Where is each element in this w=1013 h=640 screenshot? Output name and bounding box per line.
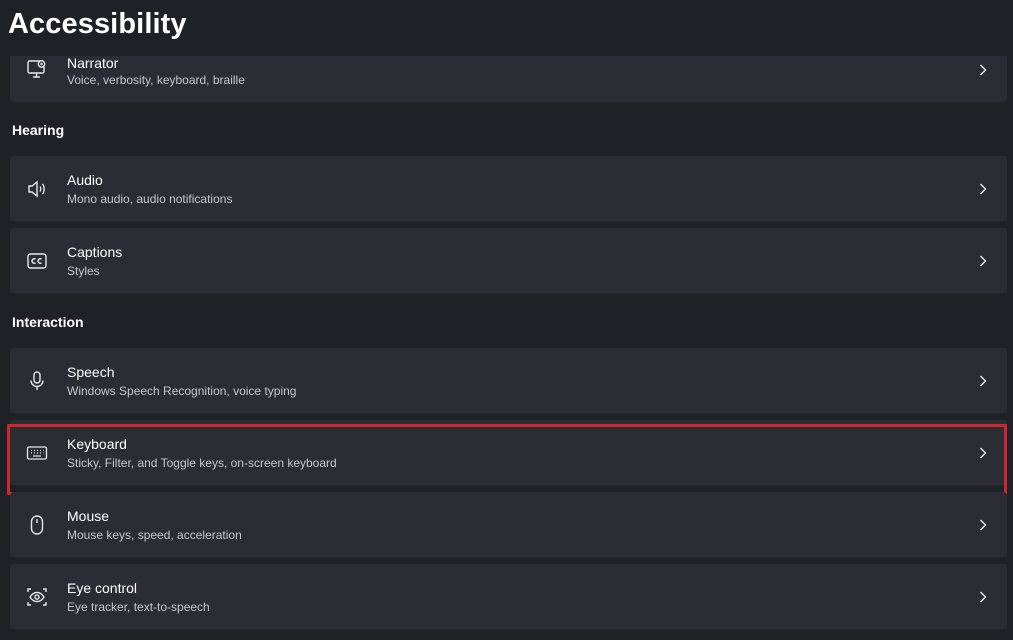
audio-subtitle: Mono audio, audio notifications	[67, 192, 233, 206]
captions-item[interactable]: Captions Styles	[10, 228, 1007, 294]
speaker-icon	[26, 178, 48, 200]
eye-control-subtitle: Eye tracker, text-to-speech	[67, 600, 210, 614]
audio-item[interactable]: Audio Mono audio, audio notifications	[10, 156, 1007, 222]
mouse-item[interactable]: Mouse Mouse keys, speed, acceleration	[10, 492, 1007, 558]
microphone-icon	[26, 370, 48, 392]
mouse-icon	[26, 514, 48, 536]
captions-title: Captions	[67, 244, 123, 260]
narrator-subtitle: Voice, verbosity, keyboard, braille	[67, 73, 245, 87]
chevron-right-icon	[980, 255, 987, 266]
eye-control-icon	[26, 586, 48, 608]
mouse-title: Mouse	[67, 508, 110, 524]
page-title-overlay: Accessibility	[8, 8, 187, 40]
keyboard-icon	[26, 442, 48, 464]
chevron-right-icon	[980, 375, 987, 386]
section-hearing: Hearing	[12, 122, 65, 138]
captions-icon	[26, 250, 48, 272]
keyboard-title: Keyboard	[67, 436, 127, 452]
mouse-subtitle: Mouse keys, speed, acceleration	[67, 528, 242, 542]
narrator-title: Narrator	[67, 55, 119, 71]
keyboard-item[interactable]: Keyboard Sticky, Filter, and Toggle keys…	[10, 420, 1007, 486]
chevron-right-icon	[980, 519, 987, 530]
chevron-right-icon	[980, 591, 987, 602]
captions-subtitle: Styles	[67, 264, 100, 278]
speech-title: Speech	[67, 364, 115, 380]
eye-control-title: Eye control	[67, 580, 138, 596]
speech-subtitle: Windows Speech Recognition, voice typing	[67, 384, 297, 398]
eye-control-item[interactable]: Eye control Eye tracker, text-to-speech	[10, 564, 1007, 630]
keyboard-subtitle: Sticky, Filter, and Toggle keys, on-scre…	[67, 456, 337, 470]
audio-title: Audio	[67, 172, 103, 188]
chevron-right-icon	[980, 183, 987, 194]
narrator-icon	[26, 58, 48, 80]
section-interaction: Interaction	[12, 314, 84, 330]
settings-page: Accessibility Narrator Voice, verbosity,…	[0, 0, 1013, 640]
speech-item[interactable]: Speech Windows Speech Recognition, voice…	[10, 348, 1007, 414]
chevron-right-icon	[980, 64, 987, 76]
chevron-right-icon	[980, 447, 987, 458]
